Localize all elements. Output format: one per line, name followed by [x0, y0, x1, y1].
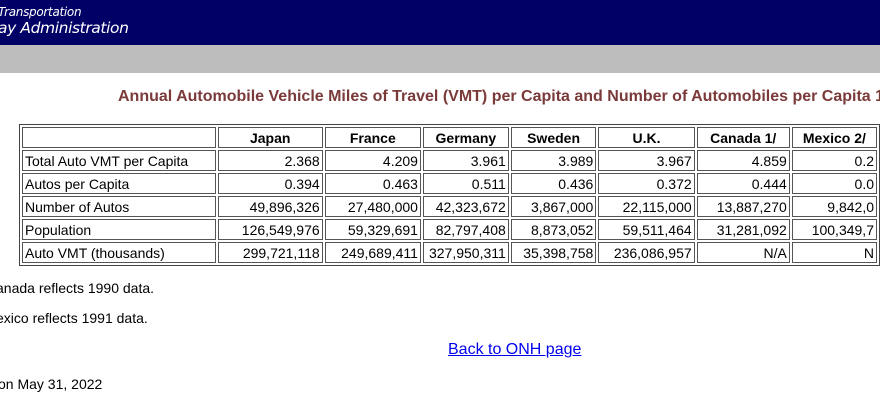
nav-bar	[0, 45, 880, 73]
table-cell: 327,950,311	[422, 242, 509, 263]
vmt-table: Japan France Germany Sweden U.K. Canada …	[19, 124, 880, 266]
table-cell: 27,480,000	[324, 196, 421, 217]
column-header: Sweden	[510, 127, 597, 148]
column-header: Canada 1/	[696, 127, 790, 148]
site-header: Transportation ay Administration	[0, 0, 880, 45]
table-header-row: Japan France Germany Sweden U.K. Canada …	[22, 127, 877, 148]
table-cell: 0.0	[791, 173, 877, 194]
table-cell: 0.463	[324, 173, 421, 194]
column-header: Germany	[422, 127, 509, 148]
table-cell: 126,549,976	[217, 219, 323, 240]
table-cell: 100,349,7	[791, 219, 877, 240]
table-row: Population 126,549,976 59,329,691 82,797…	[22, 219, 877, 240]
table-cell: 13,887,270	[696, 196, 790, 217]
table-cell: N	[791, 242, 877, 263]
row-label: Autos per Capita	[22, 173, 216, 194]
agency-name-line1: Transportation	[0, 5, 82, 19]
table-cell: 49,896,326	[217, 196, 323, 217]
table-cell: 4.859	[696, 150, 790, 171]
page-title: Annual Automobile Vehicle Miles of Trave…	[118, 88, 880, 105]
table-cell: 3.961	[422, 150, 509, 171]
table-cell: 31,281,092	[696, 219, 790, 240]
table-cell: 236,086,957	[598, 242, 695, 263]
row-label: Population	[22, 219, 216, 240]
agency-name-line2: ay Administration	[0, 19, 129, 37]
column-header: France	[324, 127, 421, 148]
table-cell: 8,873,052	[510, 219, 597, 240]
table-cell: 35,398,758	[510, 242, 597, 263]
table-cell: 299,721,118	[217, 242, 323, 263]
table-cell: 249,689,411	[324, 242, 421, 263]
table-cell: 59,329,691	[324, 219, 421, 240]
table-cell: 82,797,408	[422, 219, 509, 240]
table-cell: 2.368	[217, 150, 323, 171]
column-header	[22, 127, 216, 148]
table-cell: 0.436	[510, 173, 597, 194]
table-cell: 22,115,000	[598, 196, 695, 217]
table-cell: 3,867,000	[510, 196, 597, 217]
footnote-canada: anada reflects 1990 data.	[0, 280, 155, 296]
back-to-onh-link[interactable]: Back to ONH page	[448, 341, 581, 359]
table-cell: 42,323,672	[422, 196, 509, 217]
table-cell: 0.444	[696, 173, 790, 194]
table-cell: 3.967	[598, 150, 695, 171]
table-cell: 0.511	[422, 173, 509, 194]
table-cell: 0.2	[791, 150, 877, 171]
column-header: Mexico 2/	[791, 127, 877, 148]
table-row: Total Auto VMT per Capita 2.368 4.209 3.…	[22, 150, 877, 171]
table-row: Number of Autos 49,896,326 27,480,000 42…	[22, 196, 877, 217]
footnote-mexico: exico reflects 1991 data.	[0, 310, 148, 326]
table-cell: 0.394	[217, 173, 323, 194]
column-header: U.K.	[598, 127, 695, 148]
row-label: Auto VMT (thousands)	[22, 242, 216, 263]
table-row: Autos per Capita 0.394 0.463 0.511 0.436…	[22, 173, 877, 194]
table-cell: 59,511,464	[598, 219, 695, 240]
table-row: Auto VMT (thousands) 299,721,118 249,689…	[22, 242, 877, 263]
table-cell: 0.372	[598, 173, 695, 194]
column-header: Japan	[217, 127, 323, 148]
last-updated: on May 31, 2022	[0, 376, 103, 392]
row-label: Number of Autos	[22, 196, 216, 217]
table-cell: 9,842,0	[791, 196, 877, 217]
row-label: Total Auto VMT per Capita	[22, 150, 216, 171]
table-cell: N/A	[696, 242, 790, 263]
table-cell: 3.989	[510, 150, 597, 171]
table-cell: 4.209	[324, 150, 421, 171]
